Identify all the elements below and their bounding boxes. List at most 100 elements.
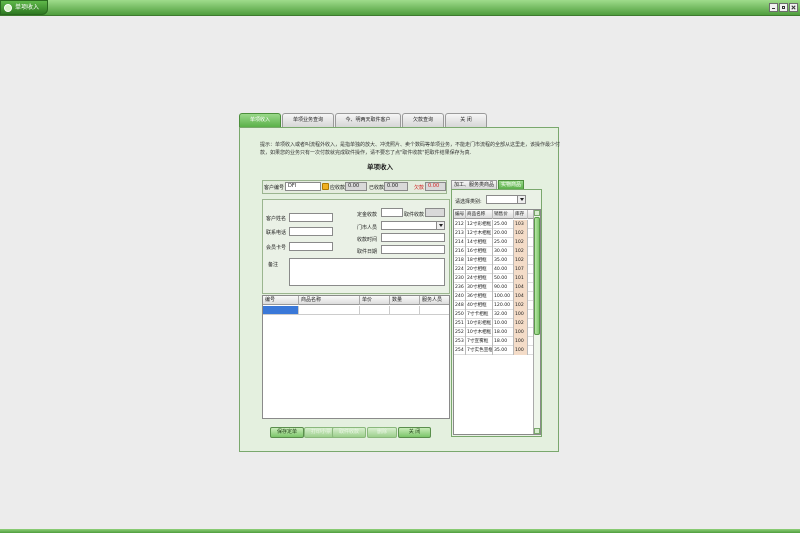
product-row[interactable]: 212 12寸彩相框 25.00 103	[454, 220, 534, 229]
col-header-no[interactable]: 编号	[263, 296, 299, 305]
product-stock: 100	[514, 337, 528, 346]
product-name: 20寸相框	[466, 265, 493, 274]
product-row[interactable]: 252 10寸木相框 18.00 100	[454, 328, 534, 337]
tab-pickup-customers[interactable]: 今、明两天取件客户	[335, 113, 401, 127]
remark-textarea[interactable]	[289, 258, 445, 286]
chevron-down-icon[interactable]	[517, 196, 525, 203]
deposit-label: 定金收款	[357, 212, 378, 218]
col-header-qty[interactable]: 数量	[390, 296, 420, 305]
remark-label: 备注	[268, 262, 279, 268]
coin-icon[interactable]	[322, 183, 329, 190]
product-stock: 102	[514, 319, 528, 328]
product-row[interactable]: 218 18寸相框 35.00 102	[454, 256, 534, 265]
app-tab[interactable]: 单项收入	[0, 0, 48, 15]
tab-business-query[interactable]: 单项业务查询	[282, 113, 334, 127]
phone-input[interactable]	[289, 227, 333, 236]
items-grid-header: 编号 商品名称 单价 数量 服务人员	[263, 296, 449, 305]
product-price: 50.00	[493, 274, 514, 283]
product-table[interactable]: 编号 商品名称 销售价 库存 212 12寸彩相框 25.00 103 213 12寸木相…	[453, 209, 541, 435]
scroll-up-icon[interactable]	[534, 210, 540, 216]
product-row[interactable]: 251 10寸彩相框 10.00 102	[454, 319, 534, 328]
product-name: 12寸彩相框	[467, 220, 493, 229]
product-name: 7寸卡相框	[466, 310, 493, 319]
table-cell[interactable]	[420, 306, 451, 314]
product-no: 240	[454, 292, 466, 301]
product-no: 254	[454, 346, 466, 355]
tab-close[interactable]: 关 闭	[445, 113, 487, 127]
table-cell[interactable]	[299, 306, 360, 314]
product-row[interactable]: 240 36寸相框 100.00 104	[454, 292, 534, 301]
collect-time-input[interactable]	[381, 233, 445, 242]
product-name: 36寸相框	[466, 292, 493, 301]
title-bar: 单项收入	[0, 0, 800, 16]
member-card-label: 会员卡号	[266, 245, 287, 251]
selected-cell[interactable]	[263, 306, 299, 314]
product-stock: 104	[514, 292, 528, 301]
product-price: 10.00	[493, 319, 514, 328]
delete-button[interactable]: 删除	[367, 427, 397, 438]
col-header-name[interactable]: 商品名称	[299, 296, 360, 305]
minimize-icon[interactable]	[769, 3, 778, 12]
product-row[interactable]: 250 7寸卡相框 32.00 100	[454, 310, 534, 319]
pickup-date-label: 取件日期	[357, 249, 378, 255]
col-header-product-no[interactable]: 编号	[454, 210, 466, 219]
scroll-thumb[interactable]	[534, 217, 540, 335]
tab-service-products[interactable]: 加工、服务类商品	[451, 180, 498, 189]
customer-no-input[interactable]: DFI	[285, 182, 321, 191]
product-row[interactable]: 253 7寸宣雾框 18.00 100	[454, 337, 534, 346]
product-stock: 102	[514, 229, 528, 238]
close-icon[interactable]	[789, 3, 798, 12]
product-row[interactable]: 254 7寸实色宣框 35.00 100	[454, 346, 534, 355]
col-header-staff[interactable]: 服务人员	[420, 296, 451, 305]
product-price: 35.00	[493, 346, 514, 355]
category-select[interactable]	[486, 195, 526, 204]
staff-label: 门市人员	[357, 225, 378, 231]
col-header-stock[interactable]: 库存	[514, 210, 528, 219]
pickup-pay-button[interactable]: 取件收款	[332, 427, 366, 438]
product-price: 20.00	[493, 229, 514, 238]
product-row[interactable]: 214 14寸相框 25.00 102	[454, 238, 534, 247]
product-row[interactable]: 216 16寸相框 30.00 102	[454, 247, 534, 256]
table-row[interactable]	[263, 306, 449, 315]
table-cell[interactable]	[390, 306, 420, 314]
items-grid[interactable]: 编号 商品名称 单价 数量 服务人员	[262, 295, 450, 419]
product-row[interactable]: 213 12寸木相框 20.00 102	[454, 229, 534, 238]
product-stock: 100	[514, 310, 528, 319]
phone-label: 联系电话	[266, 230, 287, 236]
product-name: 30寸相框	[466, 283, 493, 292]
product-table-header: 编号 商品名称 销售价 库存	[454, 210, 534, 219]
received-label: 已收款	[369, 185, 385, 191]
product-name: 40寸相框	[466, 301, 493, 310]
save-order-button[interactable]: 保存定单	[270, 427, 304, 438]
tab-debt-query[interactable]: 欠款查询	[402, 113, 444, 127]
product-stock: 100	[514, 328, 528, 337]
product-no: 248	[454, 301, 466, 310]
scroll-down-icon[interactable]	[534, 428, 540, 434]
product-row[interactable]: 224 20寸相框 40.00 107	[454, 265, 534, 274]
product-no: 236	[454, 283, 466, 292]
deposit-input[interactable]	[381, 208, 403, 217]
pickup-date-input[interactable]	[381, 245, 445, 254]
chevron-down-icon[interactable]	[436, 222, 444, 229]
staff-select[interactable]	[381, 221, 445, 230]
customer-name-input[interactable]	[289, 213, 333, 222]
pickup-pay-label: 取件收款	[404, 212, 425, 218]
product-name: 14寸相框	[466, 238, 493, 247]
tab-single-income[interactable]: 单项收入	[239, 113, 281, 127]
product-row[interactable]: 236 30寸相框 90.00 104	[454, 283, 534, 292]
maximize-icon[interactable]	[779, 3, 788, 12]
product-price: 25.00	[493, 220, 514, 229]
member-card-input[interactable]	[289, 242, 333, 251]
col-header-product-name[interactable]: 商品名称	[466, 210, 493, 219]
product-row[interactable]: 248 40寸相框 120.00 102	[454, 301, 534, 310]
window-title: 单项收入	[15, 4, 40, 11]
product-no: 218	[454, 256, 466, 265]
close-button[interactable]: 关 闭	[398, 427, 431, 438]
col-header-sale-price[interactable]: 销售价	[493, 210, 514, 219]
table-cell[interactable]	[360, 306, 390, 314]
product-scrollbar[interactable]	[533, 210, 540, 434]
product-stock: 100	[514, 346, 528, 355]
product-row[interactable]: 230 24寸相框 50.00 101	[454, 274, 534, 283]
col-header-price[interactable]: 单价	[360, 296, 390, 305]
tab-physical-products[interactable]: 实物商品	[498, 180, 525, 189]
